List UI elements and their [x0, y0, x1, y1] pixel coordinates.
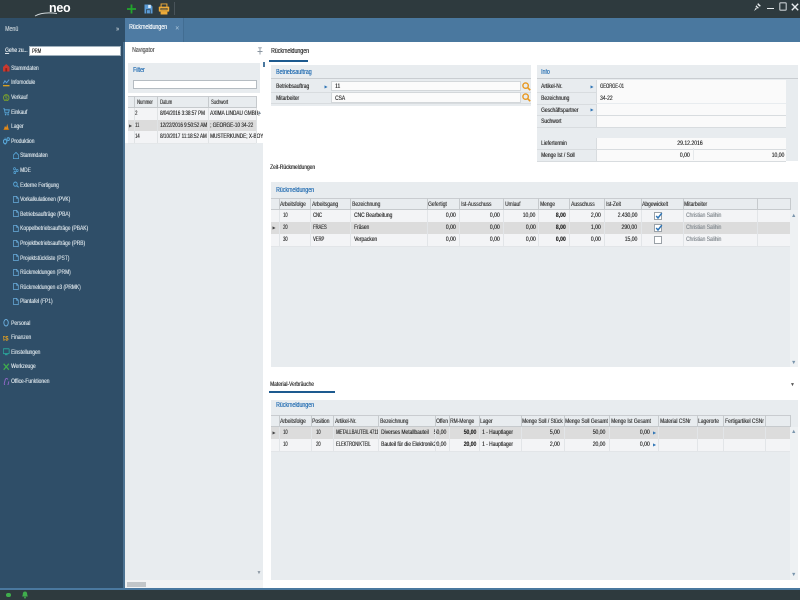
- svg-text:€$: €$: [3, 335, 9, 341]
